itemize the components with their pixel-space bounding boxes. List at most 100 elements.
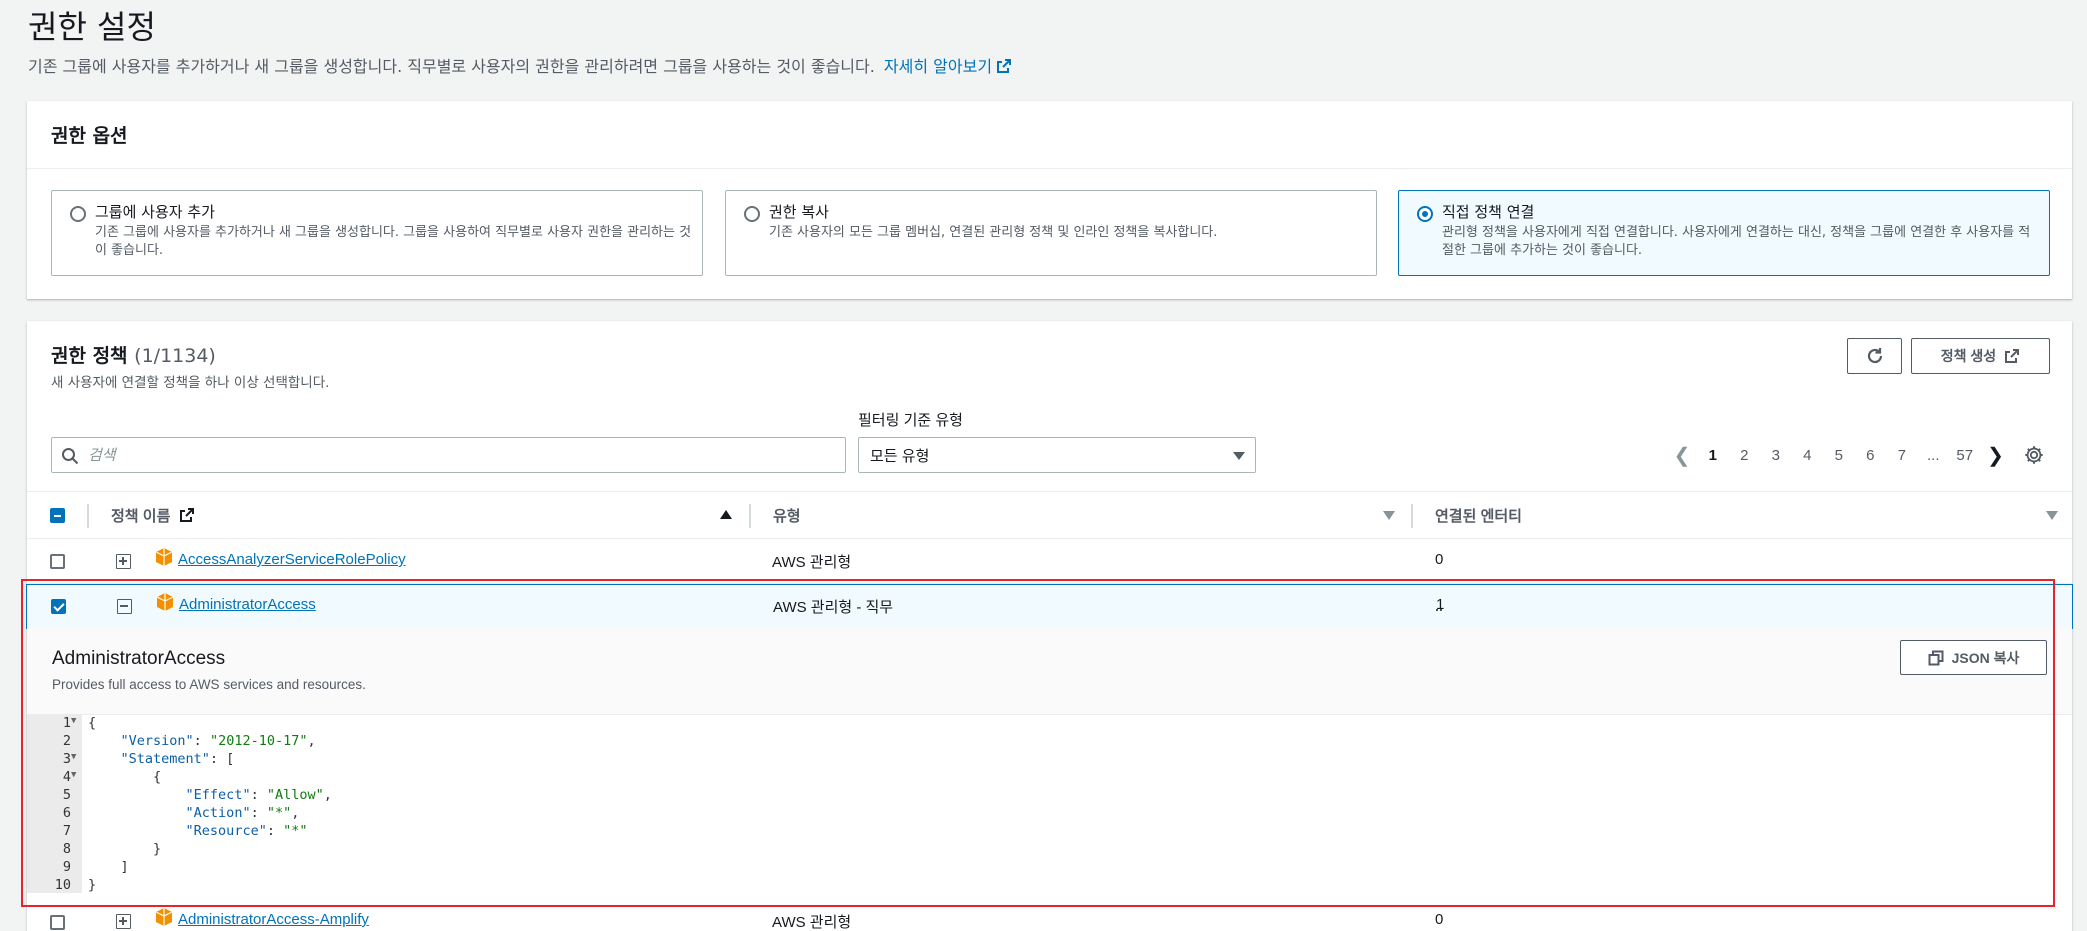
policies-description: 새 사용자에 연결할 정책을 하나 이상 선택합니다. (51, 375, 330, 391)
create-policy-button[interactable]: 정책 생성 (1911, 338, 2050, 374)
attached-entities-link[interactable]: 1 (1436, 596, 1444, 613)
row-checkbox[interactable] (50, 554, 65, 569)
code-text: "Resource": "*" (185, 823, 308, 839)
line-number: 7 (62, 823, 71, 839)
fold-arrow-icon[interactable]: ▼ (71, 770, 81, 780)
copy-json-button[interactable]: JSON 복사 (1900, 640, 2047, 675)
copy-icon (1928, 650, 1944, 665)
option-description: 관리형 정책을 사용자에게 직접 연결합니다. 사용자에게 연결하는 대신, 정… (1442, 225, 2031, 258)
line-number: 1 (62, 715, 71, 731)
table-row-selected[interactable]: AdministratorAccess AWS 관리형 - 직무 1 (26, 584, 2073, 629)
page-7[interactable]: 7 (1886, 447, 1918, 464)
refresh-button[interactable] (1847, 338, 1902, 374)
page-ellipsis: ... (1926, 446, 1940, 464)
search-box[interactable] (51, 437, 846, 473)
radio-button-selected[interactable] (1417, 206, 1433, 222)
divider (27, 168, 2072, 169)
radio-button[interactable] (70, 206, 86, 222)
column-separator (749, 504, 751, 528)
managed-policy-icon (155, 548, 173, 566)
row-checkbox[interactable] (50, 915, 65, 930)
policy-name-link[interactable]: AdministratorAccess-Amplify (178, 911, 369, 928)
previous-page-icon[interactable]: ❮ (1667, 443, 1697, 468)
code-line: 3 ▼ "Statement": [ (27, 751, 2072, 769)
column-header-entities[interactable]: 연결된 엔터티 (1435, 505, 1522, 526)
json-code-editor[interactable]: 1 ▼{ 2 "Version": "2012-10-17", 3 ▼ "State… (27, 714, 2072, 893)
table-row[interactable]: AdministratorAccess-Amplify AWS 관리형 0 (27, 901, 2072, 931)
row-checkbox-checked[interactable] (51, 599, 66, 614)
sort-icon[interactable] (1383, 511, 1395, 520)
expand-icon[interactable] (116, 914, 131, 929)
sort-icon[interactable] (2046, 511, 2058, 520)
line-number: 10 (54, 877, 71, 893)
table-header: 정책 이름 유형 연결된 엔터티 (27, 491, 2072, 539)
pagination: ❮ 1 2 3 4 5 6 7 ... 57 ❯ (1667, 440, 2011, 470)
code-text: } (88, 877, 97, 893)
page-description: 기존 그룹에 사용자를 추가하거나 새 그룹을 생성합니다. 직무별로 사용자의… (28, 53, 1012, 77)
gear-icon[interactable] (2023, 444, 2045, 466)
page-5[interactable]: 5 (1823, 447, 1855, 464)
sort-ascending-icon[interactable] (720, 510, 732, 519)
expand-icon[interactable] (116, 554, 131, 569)
page-2[interactable]: 2 (1729, 447, 1761, 464)
code-line: 9 ] (27, 859, 2072, 877)
fold-arrow-icon[interactable]: ▼ (71, 716, 81, 726)
page-4[interactable]: 4 (1792, 447, 1824, 464)
option-title: 직접 정책 연결 (1442, 203, 1535, 221)
next-page-icon[interactable]: ❯ (1981, 443, 2011, 468)
permission-options-panel: 권한 옵션 그룹에 사용자 추가 기존 그룹에 사용자를 추가하거나 새 그룹을… (27, 101, 2072, 299)
page-6[interactable]: 6 (1855, 447, 1887, 464)
column-separator (87, 504, 89, 528)
policy-detail-panel: AdministratorAccess Provides full access… (27, 628, 2072, 893)
external-link-icon (2005, 349, 2020, 363)
option-attach-policies[interactable]: 직접 정책 연결 관리형 정책을 사용자에게 직접 연결합니다. 사용자에게 연… (1398, 190, 2050, 276)
policy-name-link[interactable]: AccessAnalyzerServiceRolePolicy (178, 551, 406, 568)
policy-name-link[interactable]: AdministratorAccess (179, 596, 316, 613)
page-title: 권한 설정 (28, 8, 156, 46)
column-header-type[interactable]: 유형 (773, 505, 801, 526)
learn-more-link[interactable]: 자세히 알아보기 (884, 57, 1012, 76)
code-line: 8 } (27, 841, 2072, 859)
option-add-to-group[interactable]: 그룹에 사용자 추가 기존 그룹에 사용자를 추가하거나 새 그룹을 생성합니다… (51, 190, 703, 276)
code-text: { (88, 715, 97, 731)
column-header-policy-name[interactable]: 정책 이름 (111, 505, 195, 526)
code-text: "Effect": "Allow", (185, 787, 332, 803)
column-label: 정책 이름 (111, 508, 171, 525)
line-number: 5 (62, 787, 71, 803)
table-row[interactable]: AccessAnalyzerServiceRolePolicy AWS 관리형 … (27, 539, 2072, 584)
permission-options-title: 권한 옵션 (51, 125, 128, 147)
code-line: 6 "Action": "*", (27, 805, 2072, 823)
fold-arrow-icon[interactable]: ▼ (71, 752, 81, 762)
managed-policy-icon (155, 908, 173, 926)
collapse-icon[interactable] (117, 599, 132, 614)
radio-button[interactable] (744, 206, 760, 222)
option-copy-permissions[interactable]: 권한 복사 기존 사용자의 모든 그룹 멤버십, 연결된 관리형 정책 및 인라… (725, 190, 1377, 276)
permission-policies-panel: 권한 정책 (1/1134) 새 사용자에 연결할 정책을 하나 이상 선택합니… (26, 321, 2073, 931)
page-57[interactable]: 57 (1949, 447, 1981, 464)
line-number: 8 (62, 841, 71, 857)
policies-count: (1/1134) (134, 345, 216, 367)
attached-entities: 0 (1435, 911, 1444, 928)
filter-type-label: 필터링 기준 유형 (858, 412, 963, 429)
code-text: { (88, 769, 162, 785)
create-policy-label: 정책 생성 (1940, 348, 1997, 364)
option-description: 기존 사용자의 모든 그룹 멤버십, 연결된 관리형 정책 및 인라인 정책을 … (769, 225, 1218, 240)
policy-detail-description: Provides full access to AWS services and… (52, 677, 366, 692)
select-all-checkbox[interactable] (50, 508, 65, 523)
line-number: 6 (62, 805, 71, 821)
code-text: ] (88, 859, 129, 875)
page-3[interactable]: 3 (1760, 447, 1792, 464)
line-number: 3 (62, 751, 71, 767)
attached-entities: 0 (1435, 551, 1444, 568)
refresh-icon (1867, 348, 1882, 364)
option-title: 권한 복사 (769, 203, 829, 221)
option-description: 기존 그룹에 사용자를 추가하거나 새 그룹을 생성합니다. 그룹을 사용하여 … (95, 225, 692, 258)
line-number: 4 (62, 769, 71, 785)
code-line: 10} (27, 877, 2072, 895)
page-1[interactable]: 1 (1697, 447, 1729, 464)
search-input[interactable] (88, 444, 828, 466)
filter-type-select[interactable]: 모든 유형 (858, 437, 1256, 473)
copy-json-label: JSON 복사 (1951, 649, 2020, 666)
option-title: 그룹에 사용자 추가 (95, 203, 215, 221)
search-icon (62, 448, 79, 465)
